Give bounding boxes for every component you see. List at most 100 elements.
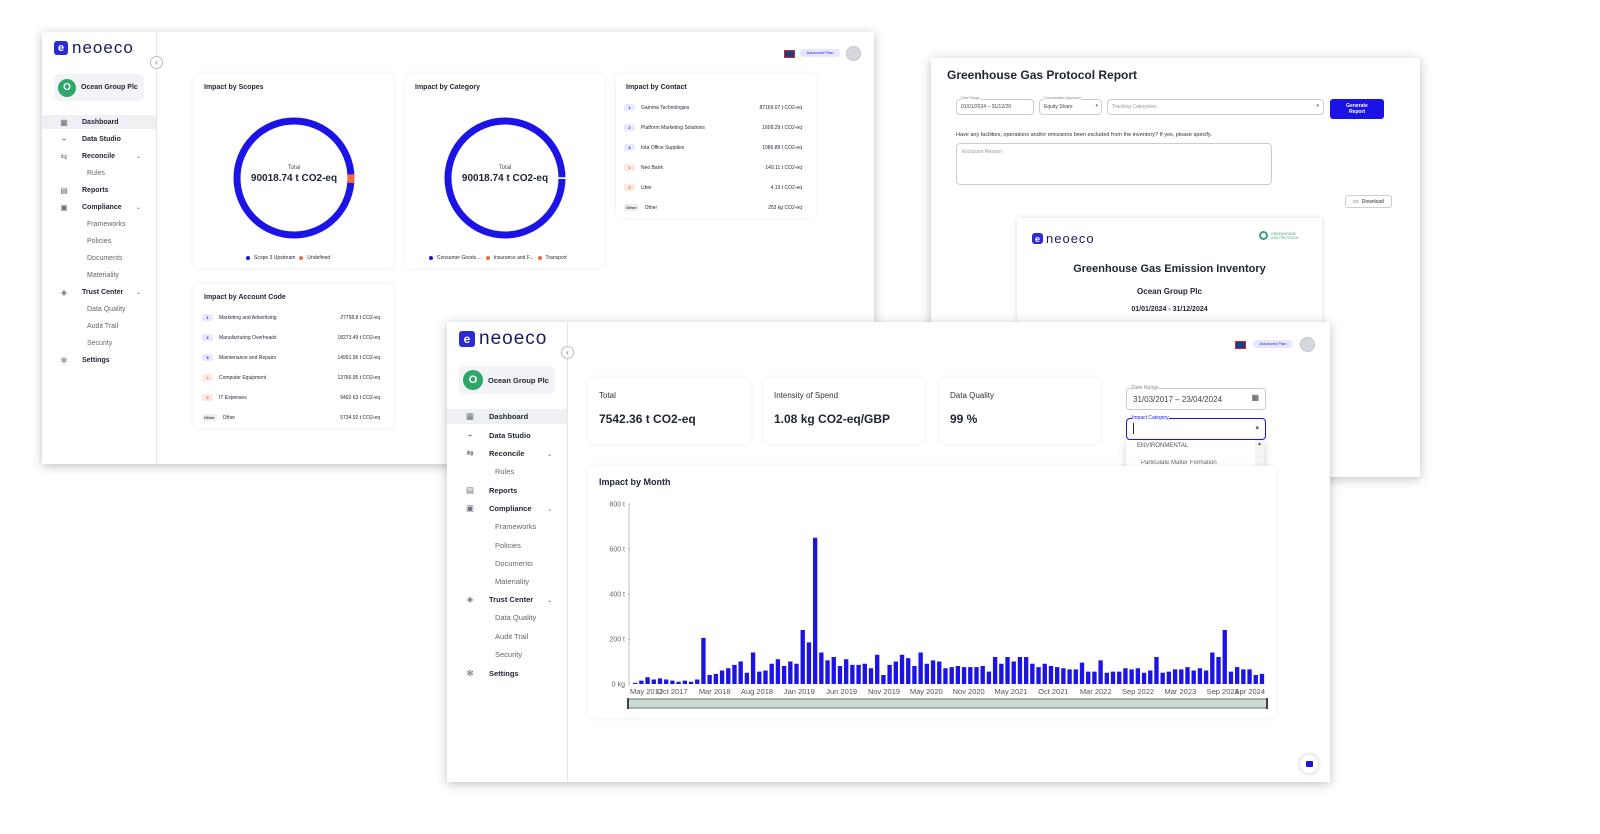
chart-bar[interactable] [1210,652,1215,685]
sidebar-item-compliance[interactable]: ▣ Compliance ⌄ [42,200,141,214]
chart-bar[interactable] [1228,671,1234,684]
chart-bar[interactable] [1011,661,1016,685]
chart-bar[interactable] [893,661,898,685]
chart-bar[interactable] [856,664,861,684]
chart-bar[interactable] [1203,670,1209,685]
sidebar-item-materiality[interactable]: Materiality [447,574,529,589]
chart-bar[interactable] [657,678,663,684]
chart-bar[interactable] [670,680,675,684]
chart-bar[interactable] [875,654,880,684]
chart-bar[interactable] [651,679,656,685]
list-item[interactable]: 2 Manufacturing Overheads 18273.49 t CO2-e… [202,334,380,341]
range-slider-handle-left[interactable] [627,698,629,709]
chart-bar[interactable] [1042,663,1047,684]
generate-report-button[interactable]: Generate Report [1330,99,1384,119]
range-slider-handle-right[interactable] [1266,698,1268,709]
chart-bar[interactable] [1030,663,1035,684]
organization-switcher[interactable]: O Ocean Group Plc [54,74,144,101]
sidebar-item-data-quality[interactable]: Data Quality [447,610,536,625]
sidebar-item-reconcile[interactable]: ⇆ Reconcile ⌄ [42,149,141,163]
chart-bar[interactable] [1129,669,1134,684]
chart-bar[interactable] [949,667,954,684]
chart-bar[interactable] [906,658,911,684]
chart-bar[interactable] [763,670,768,685]
brand-logo[interactable]: e neoeco [459,328,547,350]
chart-bar[interactable] [1141,672,1147,684]
chart-bar[interactable] [701,637,706,684]
chart-bar[interactable] [769,663,774,684]
sidebar-item-audit-trail[interactable]: Audit Trail [42,319,118,333]
chart-bar[interactable] [1154,657,1159,684]
chart-bar[interactable] [1259,673,1265,684]
chart-bar[interactable] [676,681,681,684]
chart-bar[interactable] [639,680,644,684]
sidebar-item-audit-trail[interactable]: Audit Trail [447,629,528,644]
list-item[interactable]: 5 Uber 4.13 t CO2-eq [624,184,802,191]
sidebar-item-frameworks[interactable]: Frameworks [42,217,126,231]
sidebar-item-reports[interactable]: ▤ Reports [447,483,517,498]
chart-bar[interactable] [726,668,731,684]
chart-bar[interactable] [688,681,694,684]
sidebar-item-rules[interactable]: Rules [447,464,514,479]
legend-item[interactable]: Scope 3 Upstream [254,255,295,261]
chart-bar[interactable] [1110,671,1116,684]
legend-item[interactable]: Consumer Goods ... [437,255,482,261]
chart-bar[interactable] [1104,672,1109,684]
chart-bar[interactable] [1067,669,1072,684]
chart-bar[interactable] [986,671,992,684]
sidebar-item-compliance[interactable]: ▣ Compliance ⌄ [447,501,552,516]
sidebar-item-data-studio[interactable]: ⌁ Data Studio [42,132,121,146]
chart-bar[interactable] [943,668,948,684]
list-item[interactable]: 3 Maintenance and Repairs 14991.95 t CO2-e… [202,354,380,361]
chart-bar[interactable] [1241,669,1246,684]
chart-bar[interactable] [1166,671,1172,684]
sidebar-item-settings[interactable]: ✻ Settings [42,353,110,367]
chart-bar[interactable] [899,654,905,684]
chart-bar[interactable] [961,667,967,684]
chart-bar[interactable] [1179,669,1184,684]
chart-bar[interactable] [955,666,961,684]
chart-bar[interactable] [732,664,737,684]
list-item[interactable]: Other Other 5734.92 t CO2-eq [202,414,380,421]
sidebar-item-rules[interactable]: Rules [42,166,105,180]
chart-bar[interactable] [1092,671,1097,684]
chart-bar[interactable] [1086,671,1091,684]
download-button[interactable]: ▭ Download [1345,195,1392,208]
chart-bar[interactable] [1023,657,1029,684]
chart-bar[interactable] [750,652,756,685]
chart-bar[interactable] [1123,668,1128,684]
legend-item[interactable]: Transport [546,255,567,261]
list-item[interactable]: 3 Iota Office Supplies 1086.89 t CO2-eq [624,144,802,151]
chart-bar[interactable] [806,642,812,684]
chart-bar[interactable] [1222,630,1227,684]
chart-bar[interactable] [695,679,700,685]
list-item[interactable]: 1 Gamma Technologies 87169.07 t CO2-eq [624,104,802,111]
chart-bar[interactable] [1098,660,1103,684]
chart-bar[interactable] [1160,672,1165,684]
sidebar-item-frameworks[interactable]: Frameworks [447,519,536,534]
uk-flag-icon[interactable] [1235,341,1246,349]
chart-bar[interactable] [1036,667,1041,684]
chart-bar[interactable] [1191,670,1196,685]
sidebar-item-dashboard[interactable]: ▦ Dashboard [42,115,156,129]
organization-switcher[interactable]: O Ocean Group Plc [459,366,555,394]
chart-bar[interactable] [664,679,669,685]
chart-bar[interactable] [974,667,979,684]
uk-flag-icon[interactable] [784,50,795,58]
sidebar-item-materiality[interactable]: Materiality [42,268,119,282]
legend-item[interactable]: Insurance and F... [494,255,534,261]
chart-bar[interactable] [912,666,917,684]
chart-bar[interactable] [844,659,849,684]
chart-bar[interactable] [992,657,998,684]
sidebar-item-dashboard[interactable]: ▦ Dashboard [447,409,567,424]
sidebar-item-trust-center[interactable]: ◈ Trust Center ⌄ [447,592,553,607]
list-item[interactable]: 2 Platform Marketing Solutions 1609.29 t C… [624,124,802,131]
chart-bar[interactable] [719,670,725,685]
sidebar-item-reports[interactable]: ▤ Reports [42,183,108,197]
chart-bar[interactable] [713,673,719,684]
chart-bar[interactable] [645,677,650,684]
chart-bar[interactable] [812,537,818,684]
chart-bar[interactable] [1135,668,1141,684]
chart-bar[interactable] [1017,657,1023,684]
list-item[interactable]: Other Other 253 kg CO2-eq [624,204,802,211]
